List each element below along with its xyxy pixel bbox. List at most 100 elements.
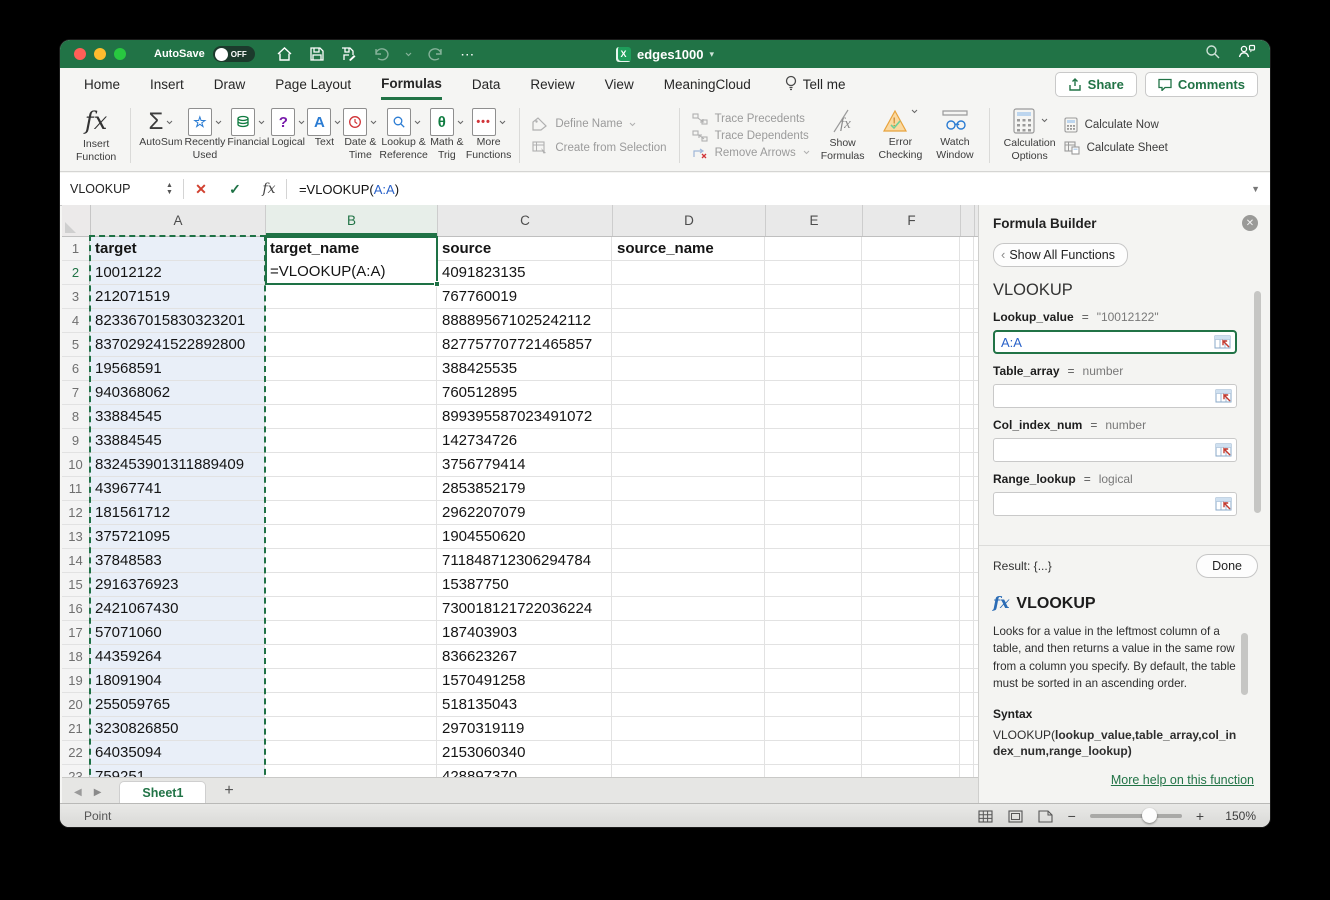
cell-F21[interactable] <box>862 717 960 740</box>
maximize-window-button[interactable] <box>114 48 126 60</box>
cell-E7[interactable] <box>765 381 862 404</box>
cell-F16[interactable] <box>862 597 960 620</box>
trace-dependents-button[interactable]: Trace Dependents <box>692 130 810 142</box>
document-title-chevron-icon[interactable]: ▾ <box>709 49 714 60</box>
cell-E8[interactable] <box>765 405 862 428</box>
cell-G1[interactable] <box>960 237 974 260</box>
cell-F5[interactable] <box>862 333 960 356</box>
cell-E11[interactable] <box>765 477 862 500</box>
row-header-12[interactable]: 12 <box>62 501 90 524</box>
cell-A5[interactable]: 837029241522892800 <box>90 333 265 356</box>
tab-formulas[interactable]: Formulas <box>381 69 442 100</box>
remove-arrows-button[interactable]: Remove Arrows <box>692 147 810 159</box>
cell-B3[interactable] <box>265 285 437 308</box>
cell-C8[interactable]: 899395587023491072 <box>437 405 612 428</box>
row-header-17[interactable]: 17 <box>62 621 90 644</box>
save-icon[interactable] <box>309 46 325 62</box>
cell-F1[interactable] <box>862 237 960 260</box>
cell-D11[interactable] <box>612 477 765 500</box>
cell-F15[interactable] <box>862 573 960 596</box>
cell-G17[interactable] <box>960 621 974 644</box>
comments-button[interactable]: Comments <box>1145 72 1258 97</box>
lookup-reference-button[interactable]: Lookup & Reference <box>379 100 427 171</box>
cell-C23[interactable]: 428897370 <box>437 765 612 777</box>
cell-D7[interactable] <box>612 381 765 404</box>
row-header-5[interactable]: 5 <box>62 333 90 356</box>
cell-B14[interactable] <box>265 549 437 572</box>
row-header-7[interactable]: 7 <box>62 381 90 404</box>
cell-E19[interactable] <box>765 669 862 692</box>
cell-C21[interactable]: 2970319119 <box>437 717 612 740</box>
cell-G8[interactable] <box>960 405 974 428</box>
row-header-20[interactable]: 20 <box>62 693 90 716</box>
cell-A1[interactable]: target <box>90 237 265 260</box>
tab-meaningcloud[interactable]: MeaningCloud <box>664 70 751 98</box>
cell-B5[interactable] <box>265 333 437 356</box>
cell-F17[interactable] <box>862 621 960 644</box>
cell-E22[interactable] <box>765 741 862 764</box>
cell-D17[interactable] <box>612 621 765 644</box>
cell-E6[interactable] <box>765 357 862 380</box>
cell-B8[interactable] <box>265 405 437 428</box>
cell-C6[interactable]: 388425535 <box>437 357 612 380</box>
cell-B21[interactable] <box>265 717 437 740</box>
calculate-now-button[interactable]: Calculate Now <box>1064 117 1168 133</box>
cell-E12[interactable] <box>765 501 862 524</box>
cell-C18[interactable]: 836623267 <box>437 645 612 668</box>
cell-D2[interactable] <box>612 261 765 284</box>
cell-C5[interactable]: 827757707721465857 <box>437 333 612 356</box>
cell-F18[interactable] <box>862 645 960 668</box>
cell-A22[interactable]: 64035094 <box>90 741 265 764</box>
cell-F14[interactable] <box>862 549 960 572</box>
range-picker-icon[interactable] <box>1215 497 1232 511</box>
formula-input[interactable]: =VLOOKUP(A:A) <box>299 182 399 197</box>
define-name-button[interactable]: Define Name <box>532 117 666 131</box>
cell-B17[interactable] <box>265 621 437 644</box>
column-header-B[interactable]: B <box>266 205 438 236</box>
cell-A17[interactable]: 57071060 <box>90 621 265 644</box>
cell-C15[interactable]: 15387750 <box>437 573 612 596</box>
cell-C13[interactable]: 1904550620 <box>437 525 612 548</box>
tab-data[interactable]: Data <box>472 70 501 98</box>
cell-F7[interactable] <box>862 381 960 404</box>
cell-B20[interactable] <box>265 693 437 716</box>
insert-function-button[interactable]: fx Insert Function <box>70 100 122 171</box>
cell-C20[interactable]: 518135043 <box>437 693 612 716</box>
cell-F3[interactable] <box>862 285 960 308</box>
column-header-F[interactable]: F <box>863 205 961 236</box>
column-header-partial[interactable] <box>961 205 975 236</box>
lookup-value-input[interactable]: A:A <box>993 330 1237 354</box>
watch-window-button[interactable]: Watch Window <box>929 100 980 171</box>
cell-A15[interactable]: 2916376923 <box>90 573 265 596</box>
row-header-8[interactable]: 8 <box>62 405 90 428</box>
name-box[interactable]: VLOOKUP <box>60 182 166 196</box>
cell-A6[interactable]: 19568591 <box>90 357 265 380</box>
cancel-icon[interactable]: ✕ <box>184 181 218 198</box>
row-header-9[interactable]: 9 <box>62 429 90 452</box>
cell-G18[interactable] <box>960 645 974 668</box>
tab-view[interactable]: View <box>605 70 634 98</box>
cell-A3[interactable]: 212071519 <box>90 285 265 308</box>
range-picker-icon[interactable] <box>1215 443 1232 457</box>
logical-button[interactable]: ? Logical <box>271 100 305 171</box>
cell-G22[interactable] <box>960 741 974 764</box>
more-functions-button[interactable]: ••• More Functions <box>466 100 512 171</box>
zoom-in-button[interactable]: + <box>1196 808 1204 824</box>
cell-D5[interactable] <box>612 333 765 356</box>
cell-A10[interactable]: 832453901311889409 <box>90 453 265 476</box>
cell-F9[interactable] <box>862 429 960 452</box>
redo-icon[interactable] <box>428 46 444 62</box>
cell-F23[interactable] <box>862 765 960 777</box>
cell-A8[interactable]: 33884545 <box>90 405 265 428</box>
fill-handle[interactable] <box>434 281 440 287</box>
cell-C3[interactable]: 767760019 <box>437 285 612 308</box>
row-header-18[interactable]: 18 <box>62 645 90 668</box>
cell-B16[interactable] <box>265 597 437 620</box>
share-contacts-icon[interactable] <box>1238 44 1256 64</box>
close-panel-icon[interactable]: ✕ <box>1242 215 1258 231</box>
row-header-6[interactable]: 6 <box>62 357 90 380</box>
add-sheet-button[interactable]: + <box>224 782 233 800</box>
cell-F4[interactable] <box>862 309 960 332</box>
row-header-4[interactable]: 4 <box>62 309 90 332</box>
autosum-button[interactable]: Σ AutoSum <box>139 100 182 171</box>
